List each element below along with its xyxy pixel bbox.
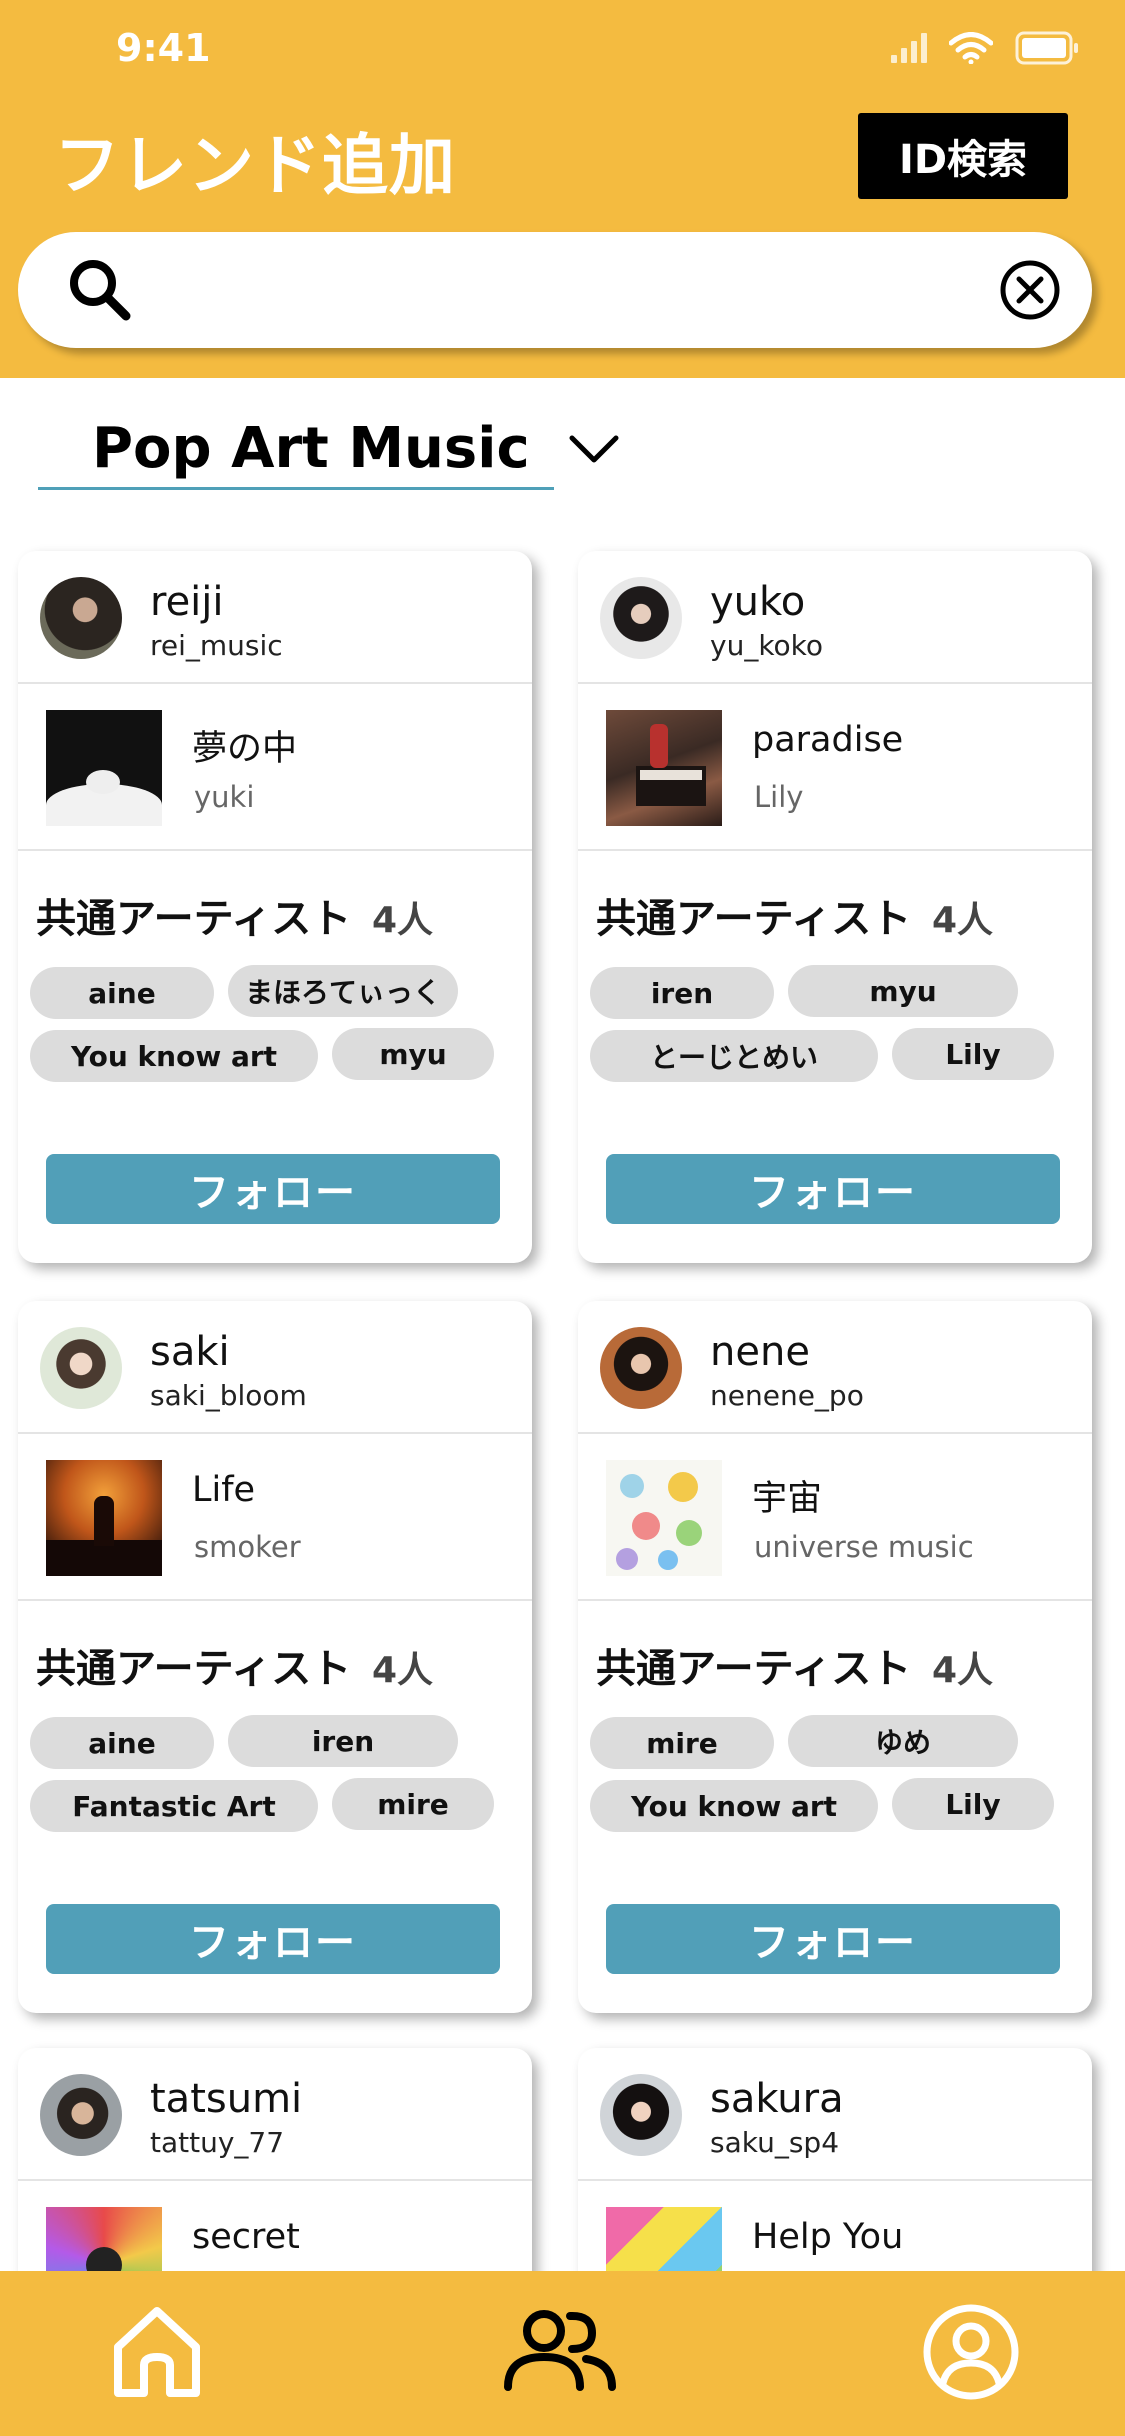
common-artists-label: 共通アーティスト (36, 896, 352, 942)
artist-chip[interactable]: aine (30, 967, 214, 1019)
common-artists-count: 4人 (932, 1650, 994, 1691)
song-artist: smoker (194, 1530, 301, 1564)
card-song-row[interactable]: 夢の中 yuki (18, 684, 532, 851)
artist-chip[interactable]: ゆめ (788, 1715, 1018, 1767)
page-title: フレンド追加 (54, 127, 456, 204)
status-time: 9:41 (116, 26, 211, 70)
card-user-row[interactable]: tatsumi tattuy_77 (18, 2048, 532, 2181)
artist-chip[interactable]: Fantastic Art (30, 1780, 318, 1832)
user-id: saku_sp4 (710, 2126, 840, 2159)
user-id: rei_music (150, 629, 283, 662)
user-id: nenene_po (710, 1379, 864, 1412)
header: 9:41 フレンド追加 ID検索 (0, 0, 1125, 378)
user-name: yuko (710, 579, 806, 625)
song-artist: Lily (754, 780, 804, 814)
chevron-down-icon[interactable] (566, 430, 622, 470)
album-jacket (46, 1460, 162, 1576)
user-name: reiji (150, 579, 224, 625)
album-jacket (46, 710, 162, 826)
album-jacket (606, 1460, 722, 1576)
home-icon[interactable] (110, 2305, 204, 2399)
user-id: tattuy_77 (150, 2126, 285, 2159)
avatar (600, 577, 682, 659)
card-user-row[interactable]: nene nenene_po (578, 1301, 1092, 1434)
common-artists-label: 共通アーティスト (36, 1646, 352, 1692)
artist-chip[interactable]: mire (590, 1717, 774, 1769)
song-artist: universe music (754, 1530, 974, 1564)
card-user-row[interactable]: sakura saku_sp4 (578, 2048, 1092, 2181)
user-id: yu_koko (710, 629, 824, 662)
artist-chip[interactable]: iren (228, 1715, 458, 1767)
common-artists-count: 4人 (372, 1650, 434, 1691)
artist-chip[interactable]: aine (30, 1717, 214, 1769)
wifi-icon (949, 32, 993, 64)
card-user-row[interactable]: reiji rei_music (18, 551, 532, 684)
artist-chip[interactable]: myu (788, 965, 1018, 1017)
user-name: sakura (710, 2076, 844, 2122)
search-bar[interactable] (18, 232, 1092, 348)
album-jacket (606, 710, 722, 826)
avatar (600, 1327, 682, 1409)
card-song-row[interactable]: paradise Lily (578, 684, 1092, 851)
song-title: 夢の中 (192, 729, 298, 769)
artist-chip[interactable]: You know art (590, 1780, 878, 1832)
follow-button[interactable]: フォロー (46, 1904, 500, 1974)
search-icon (70, 260, 131, 321)
card-user-row[interactable]: saki saki_bloom (18, 1301, 532, 1434)
artist-chip[interactable]: まほろてぃっく (228, 965, 458, 1017)
card-user-row[interactable]: yuko yu_koko (578, 551, 1092, 684)
song-title: paradise (752, 720, 904, 760)
common-artists-label: 共通アーティスト (596, 1646, 912, 1692)
avatar (600, 2074, 682, 2156)
avatar (40, 1327, 122, 1409)
avatar (40, 577, 122, 659)
song-artist: yuki (194, 780, 255, 814)
song-title: Life (192, 1470, 256, 1510)
search-input[interactable] (158, 256, 958, 324)
friend-card: yuko yu_koko paradise Lily 共通アーティスト 4人 i… (578, 551, 1092, 1263)
card-song-row[interactable]: 宇宙 universe music (578, 1434, 1092, 1601)
artist-chip[interactable]: Lily (892, 1028, 1054, 1080)
friend-card: nene nenene_po 宇宙 universe music 共通アーティス… (578, 1301, 1092, 2013)
artist-chip[interactable]: mire (332, 1778, 494, 1830)
friend-card: saki saki_bloom Life smoker 共通アーティスト 4人 … (18, 1301, 532, 2013)
artist-chip[interactable]: とーじとめい (590, 1030, 878, 1082)
category-selector[interactable]: Pop Art Music (38, 410, 554, 490)
artist-chip[interactable]: You know art (30, 1030, 318, 1082)
friend-card: reiji rei_music 夢の中 yuki 共通アーティスト 4人 ain… (18, 551, 532, 1263)
user-name: tatsumi (150, 2076, 303, 2122)
user-name: saki (150, 1329, 230, 1375)
clear-search-icon[interactable] (998, 258, 1062, 322)
follow-button[interactable]: フォロー (606, 1154, 1060, 1224)
follow-button[interactable]: フォロー (46, 1154, 500, 1224)
common-artists-count: 4人 (372, 900, 434, 941)
avatar (40, 2074, 122, 2156)
song-title: 宇宙 (752, 1479, 823, 1519)
artist-chip[interactable]: Lily (892, 1778, 1054, 1830)
song-title: secret (192, 2217, 300, 2257)
cellular-signal-icon (891, 33, 927, 63)
battery-icon (1015, 31, 1078, 65)
song-title: Help You (752, 2217, 904, 2257)
bottom-nav (0, 2271, 1125, 2436)
user-id: saki_bloom (150, 1379, 307, 1412)
artist-chip[interactable]: iren (590, 967, 774, 1019)
common-artists-count: 4人 (932, 900, 994, 941)
friends-icon[interactable] (502, 2309, 618, 2393)
id-search-button[interactable]: ID検索 (858, 113, 1068, 199)
common-artists-label: 共通アーティスト (596, 896, 912, 942)
profile-icon[interactable] (922, 2303, 1020, 2401)
category-label: Pop Art Music (92, 416, 530, 481)
artist-chip[interactable]: myu (332, 1028, 494, 1080)
user-name: nene (710, 1329, 810, 1375)
card-song-row[interactable]: Life smoker (18, 1434, 532, 1601)
follow-button[interactable]: フォロー (606, 1904, 1060, 1974)
status-icons (891, 26, 1079, 70)
